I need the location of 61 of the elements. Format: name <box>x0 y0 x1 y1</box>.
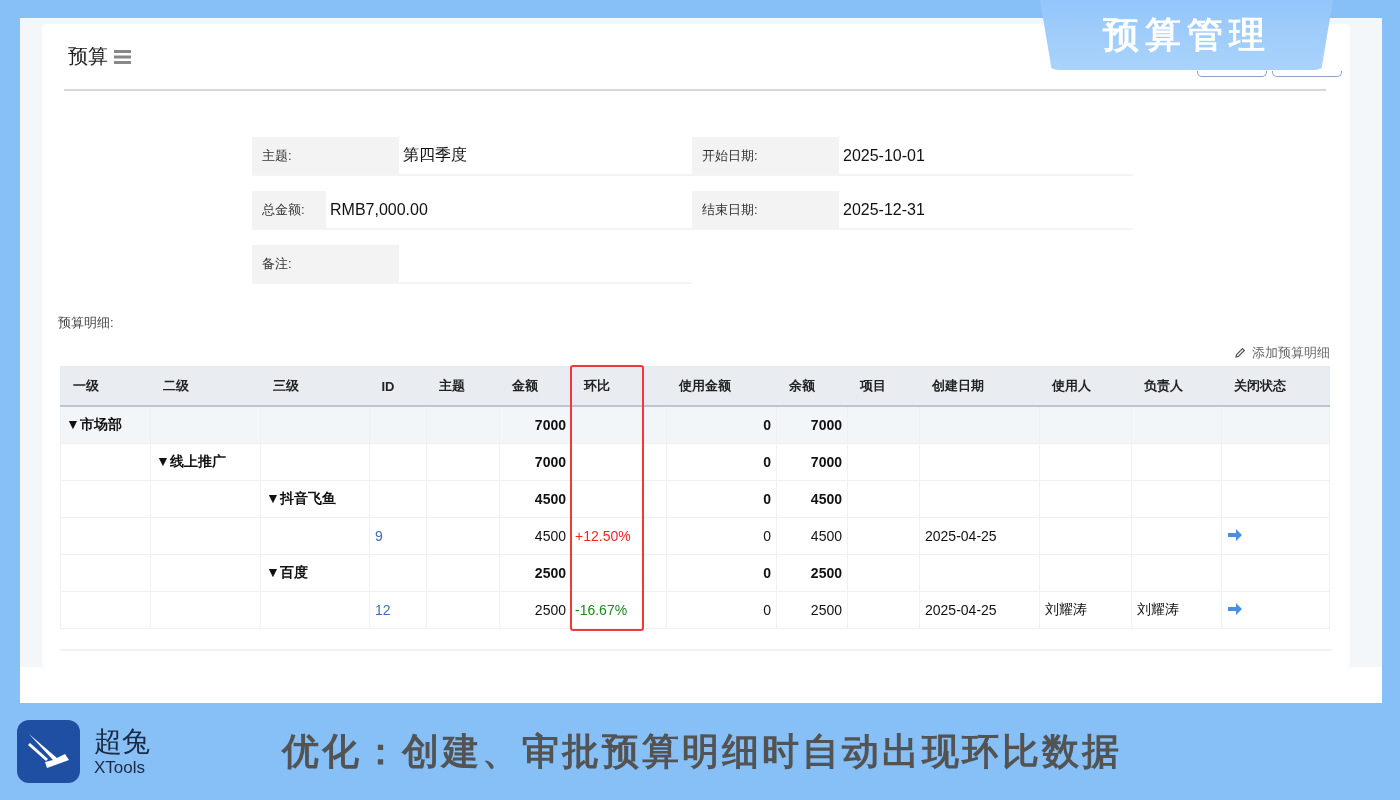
arrow-right-icon[interactable] <box>1227 527 1243 542</box>
column-header[interactable]: 主题 <box>426 366 500 406</box>
caption-text: 优化：创建、审批预算明细时自动出现环比数据 <box>282 729 1122 774</box>
pencil-icon <box>1234 347 1246 359</box>
balance-text: 7000 <box>809 417 842 433</box>
field-value: 2025-12-31 <box>842 199 925 220</box>
column-header[interactable]: 二级 <box>150 366 261 406</box>
used-amount-text: 0 <box>762 528 771 544</box>
field-label: 结束日期: <box>692 191 839 228</box>
balance-text: 4500 <box>809 528 842 544</box>
owner-text: 刘耀涛 <box>1137 601 1180 619</box>
field-value: 第四季度 <box>402 145 467 165</box>
field-value: RMB7,000.00 <box>329 199 428 220</box>
brand-name: 超兔 <box>94 725 151 758</box>
amount-text: 7000 <box>533 454 566 470</box>
ratio-text: -16.67% <box>575 602 629 618</box>
toolbar-button[interactable] <box>1272 71 1342 77</box>
amount-text: 4500 <box>533 491 566 507</box>
brand-subtitle: XTools <box>94 757 147 778</box>
amount-text: 7000 <box>533 417 566 433</box>
field-label: 备注: <box>252 245 399 282</box>
used-amount-text: 0 <box>762 565 771 581</box>
column-header[interactable]: 余额 <box>776 366 848 406</box>
user-text: 刘耀涛 <box>1045 601 1088 619</box>
banner-title: 预算管理 <box>1102 12 1271 57</box>
field-value: 2025-10-01 <box>842 145 925 166</box>
ratio-text: +12.50% <box>575 528 632 544</box>
logo-icon <box>17 720 80 783</box>
used-amount-text: 0 <box>762 417 771 433</box>
amount-text: 2500 <box>533 602 566 618</box>
add-detail-link[interactable]: 添加预算明细 <box>1234 344 1330 362</box>
balance-text: 7000 <box>809 454 842 470</box>
toolbar-button[interactable] <box>1197 71 1267 77</box>
column-header[interactable]: 负责人 <box>1131 366 1222 406</box>
balance-text: 4500 <box>809 491 842 507</box>
used-amount-text: 0 <box>762 602 771 618</box>
page-title: 预算 <box>68 44 108 69</box>
column-header[interactable]: 一级 <box>60 366 151 406</box>
used-amount-text: 0 <box>762 491 771 507</box>
column-header[interactable]: 三级 <box>260 366 370 406</box>
field-label: 主题: <box>252 137 399 174</box>
column-header[interactable]: 使用金额 <box>666 366 777 406</box>
arrow-right-icon[interactable] <box>1227 601 1243 616</box>
date-text: 2025-04-25 <box>925 602 998 618</box>
used-amount-text: 0 <box>762 454 771 470</box>
field-label: 开始日期: <box>692 137 839 174</box>
section-title: 预算明细: <box>58 314 115 332</box>
column-header[interactable]: 项目 <box>847 366 920 406</box>
column-header[interactable]: 金额 <box>499 366 572 406</box>
amount-text: 4500 <box>533 528 566 544</box>
amount-text: 2500 <box>533 565 566 581</box>
column-header[interactable]: 使用人 <box>1039 366 1132 406</box>
balance-text: 2500 <box>809 565 842 581</box>
column-header[interactable]: 关闭状态 <box>1221 366 1330 406</box>
column-header[interactable]: 创建日期 <box>919 366 1040 406</box>
date-text: 2025-04-25 <box>925 528 998 544</box>
menu-icon[interactable] <box>114 49 131 64</box>
field-label: 总金额: <box>252 191 326 228</box>
balance-text: 2500 <box>809 602 842 618</box>
column-header[interactable]: 环比 <box>571 366 667 406</box>
column-header[interactable]: ID <box>369 366 427 406</box>
